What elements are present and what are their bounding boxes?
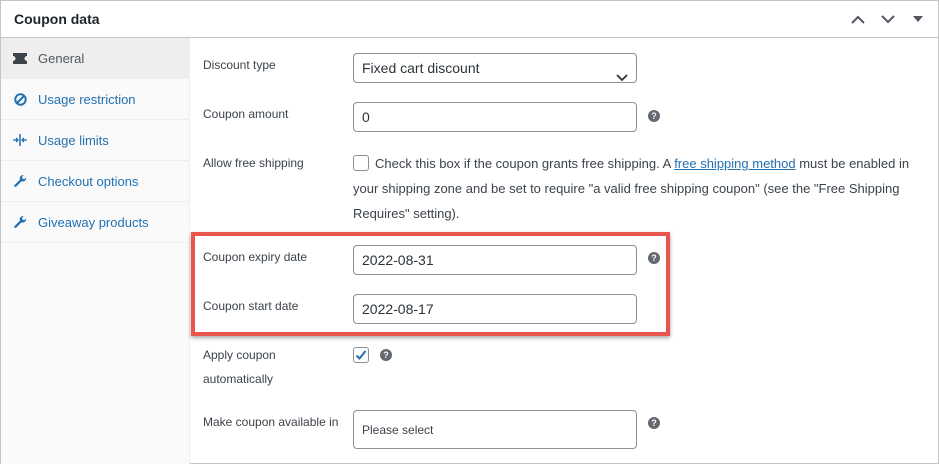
free-shipping-method-link[interactable]: free shipping method: [674, 156, 795, 171]
arrows-icon: [13, 133, 27, 147]
highlight-annotation-box: [191, 232, 670, 336]
sidebar-item-label: General: [38, 50, 85, 66]
chevron-down-icon: [616, 63, 628, 91]
panel-header-controls: [848, 9, 928, 29]
coupon-amount-input[interactable]: 0: [353, 102, 637, 132]
sidebar-item-label: Usage limits: [38, 132, 109, 148]
ticket-icon: [13, 51, 27, 65]
available-in-select[interactable]: Please select: [353, 410, 637, 449]
free-shipping-description: Check this box if the coupon grants free…: [353, 151, 913, 226]
apply-auto-checkbox[interactable]: [353, 347, 369, 363]
prohibited-icon: [13, 92, 27, 106]
help-icon[interactable]: ?: [648, 110, 660, 122]
coupon-amount-value: 0: [362, 109, 370, 125]
free-shipping-label: Allow free shipping: [203, 156, 304, 170]
available-in-placeholder: Please select: [362, 423, 434, 437]
sidebar-item-usage-restriction[interactable]: Usage restriction: [1, 79, 190, 120]
apply-auto-label-line1: Apply coupon: [203, 348, 276, 362]
free-shipping-desc-before: Check this box if the coupon grants free…: [375, 156, 675, 171]
sidebar-item-giveaway-products[interactable]: Giveaway products: [1, 202, 190, 243]
available-in-label: Make coupon available in: [203, 415, 339, 429]
sidebar-item-checkout-options[interactable]: Checkout options: [1, 161, 190, 202]
checkmark-icon: [355, 350, 367, 360]
chevron-up-icon[interactable]: [848, 9, 868, 29]
discount-type-select[interactable]: Fixed cart discount: [353, 53, 637, 83]
panel-title: Coupon data: [14, 11, 100, 27]
help-icon[interactable]: ?: [648, 417, 660, 429]
sidebar-item-label: Usage restriction: [38, 91, 136, 107]
sidebar-item-label: Checkout options: [38, 173, 139, 189]
caret-down-icon[interactable]: [908, 9, 928, 29]
chevron-down-icon[interactable]: [878, 9, 898, 29]
sidebar-item-usage-limits[interactable]: Usage limits: [1, 120, 190, 161]
panel-header: Coupon data: [1, 1, 938, 38]
wrench-icon: [13, 215, 27, 229]
discount-type-value: Fixed cart discount: [362, 60, 480, 76]
coupon-amount-label: Coupon amount: [203, 107, 289, 121]
wrench-icon: [13, 174, 27, 188]
sidebar-item-general[interactable]: General: [1, 38, 190, 79]
coupon-data-panel: Coupon data General Usage restriction Us…: [0, 0, 939, 464]
sidebar-item-label: Giveaway products: [38, 214, 149, 230]
discount-type-label: Discount type: [203, 58, 276, 72]
coupon-tabs-sidebar: General Usage restriction Usage limits C…: [1, 38, 190, 464]
apply-auto-label-line2: automatically: [203, 372, 274, 386]
help-icon[interactable]: ?: [380, 349, 392, 361]
